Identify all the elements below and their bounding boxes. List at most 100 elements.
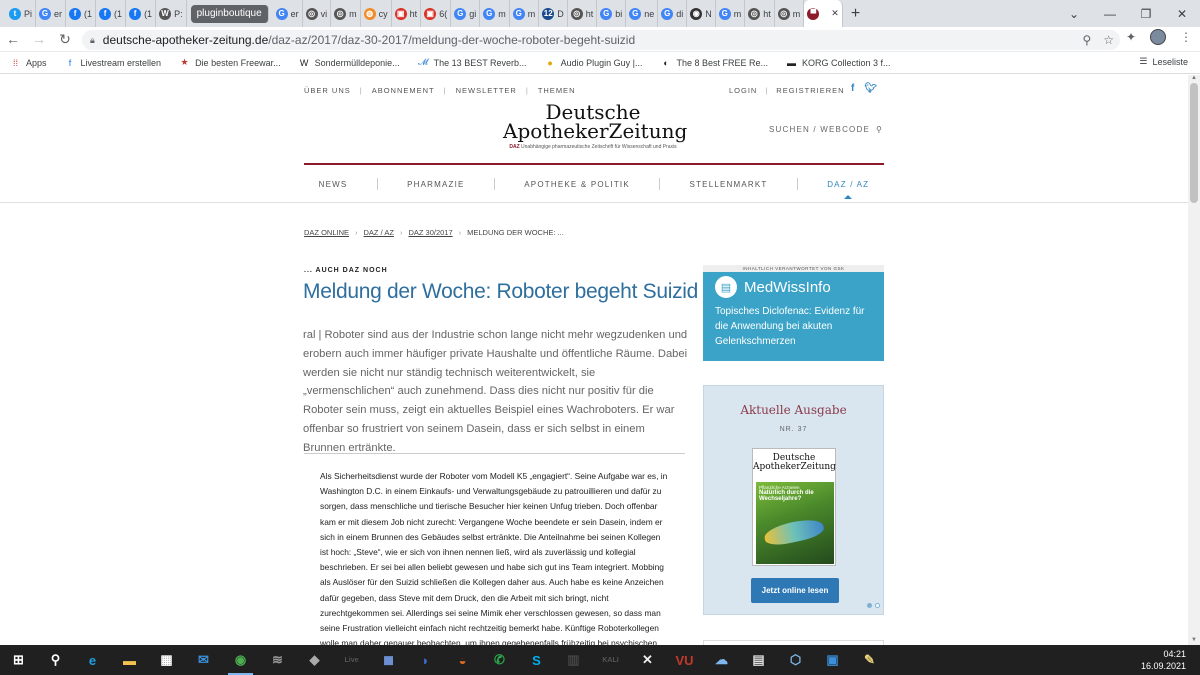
store-icon[interactable]: ▦ — [148, 645, 185, 675]
breadcrumb-daz-az[interactable]: DAZ / AZ — [364, 228, 394, 237]
app-icon[interactable]: ⬡ — [777, 645, 814, 675]
scrollbar-thumb[interactable] — [1190, 83, 1198, 203]
file-explorer-icon[interactable]: ▬ — [111, 645, 148, 675]
twitter-icon[interactable]: 🐦︎ — [864, 83, 877, 94]
browser-tab[interactable]: ◉ N — [687, 0, 716, 27]
app-icon[interactable]: VU — [666, 645, 703, 675]
facebook-icon[interactable]: f — [851, 83, 854, 94]
login-link[interactable]: LOGIN — [729, 86, 757, 95]
bookmark-item[interactable]: W Sondermülldeponie... — [299, 57, 400, 68]
menu-icon[interactable]: ⋮ — [1180, 30, 1192, 44]
search-link[interactable]: SUCHEN / WEBCODE ⚲ — [769, 125, 883, 134]
ableton-live-icon[interactable]: Live — [333, 645, 370, 675]
page-scrollbar[interactable]: ▲ ▼ — [1188, 75, 1200, 645]
browser-tab[interactable]: Gne — [626, 0, 659, 27]
browser-tab[interactable]: Ger — [36, 0, 67, 27]
read-online-button[interactable]: Jetzt online lesen — [751, 578, 839, 603]
app-icon[interactable]: ▣ — [814, 645, 851, 675]
scroll-up-icon[interactable]: ▲ — [1188, 75, 1200, 83]
browser-tab[interactable]: ◎ m — [331, 0, 361, 27]
browser-tab[interactable]: ◎ ht — [745, 0, 775, 27]
browser-tab[interactable]: ◎ m — [775, 0, 805, 27]
minimize-icon[interactable]: — — [1092, 7, 1128, 21]
nav-apotheke-politik[interactable]: APOTHEKE & POLITIK — [524, 180, 630, 189]
close-icon[interactable]: ✕ — [1164, 7, 1200, 21]
scroll-down-icon[interactable]: ▼ — [1188, 637, 1200, 645]
browser-tab[interactable]: Ggi — [451, 0, 481, 27]
tab-group-label[interactable]: pluginboutique — [190, 4, 269, 23]
nav-stellenmarkt[interactable]: STELLENMARKT — [690, 180, 768, 189]
topnav-abonnement[interactable]: ABONNEMENT — [372, 86, 435, 95]
browser-tab[interactable]: 12 D — [539, 0, 568, 27]
edge-icon[interactable]: e — [74, 645, 111, 675]
search-icon[interactable]: ⚲ — [37, 645, 74, 675]
browser-tab[interactable]: Gm — [510, 0, 540, 27]
tab-search-icon[interactable]: ⌄ — [1056, 7, 1092, 21]
medwissinfo-box[interactable]: INHALTLICH VERANTWORTET VON GSK ▤ MedWis… — [703, 265, 884, 361]
app-icon[interactable]: ✎ — [851, 645, 888, 675]
carousel-dot[interactable] — [867, 603, 872, 608]
breadcrumb-daz-online[interactable]: DAZ ONLINE — [304, 228, 349, 237]
breadcrumb-daz-30[interactable]: DAZ 30/2017 — [408, 228, 452, 237]
restore-icon[interactable]: ❐ — [1128, 7, 1164, 21]
app-icon[interactable]: ◼ — [370, 645, 407, 675]
extensions-icon[interactable]: ✦ — [1126, 30, 1136, 44]
browser-tab[interactable]: ◎ ht — [568, 0, 598, 27]
browser-tab[interactable]: ▣ 6( — [421, 0, 452, 27]
browser-tab[interactable]: f (1 — [66, 0, 97, 27]
browser-tab[interactable]: ▣ ht — [392, 0, 422, 27]
app-icon[interactable]: ≋ — [259, 645, 296, 675]
app-icon[interactable]: ▤ — [740, 645, 777, 675]
app-icon[interactable]: ☁ — [703, 645, 740, 675]
register-link[interactable]: REGISTRIEREN — [776, 86, 844, 95]
browser-tab[interactable]: f (1 — [126, 0, 157, 27]
bookmark-item[interactable]: ◐ The 8 Best FREE Re... — [660, 57, 768, 68]
bookmark-item[interactable]: ★ Die besten Freewar... — [179, 57, 281, 68]
browser-tab[interactable]: Gdi — [658, 0, 688, 27]
topnav-newsletter[interactable]: NEWSLETTER — [456, 86, 517, 95]
app-icon[interactable]: ▥ — [555, 645, 592, 675]
nav-pharmazie[interactable]: PHARMAZIE — [407, 180, 464, 189]
browser-tab[interactable]: t Pi — [6, 0, 37, 27]
carousel-dot[interactable] — [875, 603, 880, 608]
address-bar[interactable]: 🔒︎ deutsche-apotheker-zeitung.de/daz-az/… — [82, 30, 1120, 50]
browser-tab[interactable]: Gm — [716, 0, 746, 27]
windows-start-icon[interactable]: ⊞ — [0, 645, 37, 675]
mail-icon[interactable]: ✉ — [185, 645, 222, 675]
bookmark-item[interactable]: f Livestream erstellen — [65, 57, 161, 68]
forward-icon[interactable]: → — [26, 31, 52, 47]
browser-tab[interactable]: Gbi — [597, 0, 627, 27]
new-tab-icon[interactable]: + — [851, 5, 860, 23]
bookmark-item[interactable]: ● Audio Plugin Guy |... — [545, 57, 642, 68]
app-icon[interactable]: ✕ — [629, 645, 666, 675]
browser-tab[interactable]: Ger — [273, 0, 303, 27]
app-icon[interactable]: KALI — [592, 645, 629, 675]
topnav-themen[interactable]: THEMEN — [538, 86, 576, 95]
medwissinfo-teaser[interactable]: Topisches Diclofenac: Evidenz für die An… — [703, 298, 884, 349]
site-logo[interactable]: Deutsche ApothekerZeitung DAZ Unabhängig… — [503, 102, 687, 150]
app-icon[interactable]: ✆ — [481, 645, 518, 675]
avatar[interactable] — [1150, 29, 1166, 45]
back-icon[interactable]: ← — [0, 31, 26, 47]
reading-list[interactable]: ☰ Leseliste — [1139, 56, 1188, 67]
app-icon[interactable]: ◗ — [407, 645, 444, 675]
topnav-ueber-uns[interactable]: ÜBER UNS — [304, 86, 351, 95]
browser-tab[interactable]: ▀ ✕ — [804, 0, 843, 27]
bookmark-star-icon[interactable]: ☆ — [1103, 33, 1114, 47]
nav-news[interactable]: NEWS — [319, 180, 348, 189]
browser-tab[interactable]: f (1 — [96, 0, 127, 27]
bookmark-item[interactable]: ⁞⁞ Apps — [10, 57, 47, 68]
chrome-icon[interactable]: ◉ — [222, 645, 259, 675]
bookmark-item[interactable]: ▬ KORG Collection 3 f... — [786, 57, 891, 68]
browser-tab[interactable]: Gm — [480, 0, 510, 27]
browser-tab[interactable]: ◍ cy — [361, 0, 392, 27]
bookmark-item[interactable]: 𝓜 The 13 BEST Reverb... — [418, 57, 526, 68]
reload-icon[interactable]: ↻ — [52, 31, 78, 48]
browser-tab[interactable]: ◎ vi — [303, 0, 332, 27]
app-icon[interactable]: ◆ — [296, 645, 333, 675]
zoom-icon[interactable]: ⚲ — [1082, 33, 1091, 47]
skype-icon[interactable]: S — [518, 645, 555, 675]
nav-daz-az[interactable]: DAZ / AZ — [827, 180, 869, 199]
close-tab-icon[interactable]: ✕ — [831, 8, 839, 19]
app-icon[interactable]: ◒ — [444, 645, 481, 675]
